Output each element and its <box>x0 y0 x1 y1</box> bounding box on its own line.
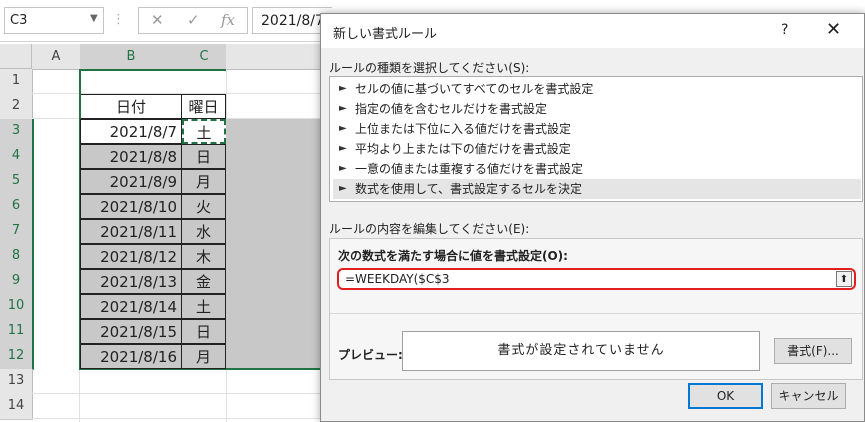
arrow-icon: ► <box>339 83 347 94</box>
arrow-icon: ► <box>339 143 347 154</box>
row-header-8[interactable]: 8 <box>0 244 34 270</box>
rule-type-item[interactable]: ► セルの値に基づいてすべてのセルを書式設定 <box>333 79 861 99</box>
weekday-cell-active[interactable]: 土 <box>182 119 226 144</box>
divider <box>330 313 862 314</box>
preview-box: 書式が設定されていません <box>402 331 760 371</box>
weekday-cell[interactable]: 日 <box>182 144 226 169</box>
condition-label: 次の数式を満たす場合に値を書式設定(O): <box>338 249 568 263</box>
rule-type-label: 平均より上または下の値だけを書式設定 <box>355 142 571 156</box>
cancel-icon[interactable]: ✕ <box>151 11 164 29</box>
rule-type-label: 一意の値または重複する値だけを書式設定 <box>355 162 584 176</box>
weekday-cell[interactable]: 土 <box>182 294 226 319</box>
cancel-button[interactable]: キャンセル <box>771 383 846 409</box>
rule-type-label: 数式を使用して、書式設定するセルを決定 <box>355 182 583 196</box>
arrow-icon: ► <box>339 103 347 114</box>
date-cell[interactable]: 2021/8/14 <box>80 294 182 319</box>
row-header-13[interactable]: 13 <box>0 369 33 395</box>
gridline <box>32 418 320 419</box>
rule-type-item-selected[interactable]: ► 数式を使用して、書式設定するセルを決定 <box>333 179 861 199</box>
row-header-12[interactable]: 12 <box>0 344 34 370</box>
format-button[interactable]: 書式(F)... <box>774 338 852 364</box>
rule-type-item[interactable]: ► 上位または下位に入る値だけを書式設定 <box>333 119 861 139</box>
rule-type-item[interactable]: ► 平均より上または下の値だけを書式設定 <box>333 139 861 159</box>
dialog-title: 新しい書式ルール <box>333 27 438 42</box>
enter-icon[interactable]: ✓ <box>187 11 200 29</box>
date-cell[interactable]: 2021/8/7 <box>80 119 182 144</box>
date-cell[interactable]: 2021/8/11 <box>80 219 182 244</box>
column-header-a[interactable]: A <box>32 44 81 70</box>
date-cell[interactable]: 2021/8/8 <box>80 144 182 169</box>
insert-function-icon[interactable]: fx <box>221 11 235 29</box>
name-box[interactable]: C3 <box>4 7 104 34</box>
rule-type-label: 指定の値を含むセルだけを書式設定 <box>355 102 548 116</box>
rule-type-label: セルの値に基づいてすべてのセルを書式設定 <box>355 82 594 96</box>
weekday-cell[interactable]: 月 <box>182 344 226 369</box>
column-header-d[interactable] <box>226 44 321 70</box>
weekday-cell[interactable]: 木 <box>182 244 226 269</box>
drag-handle-icon[interactable]: ⋮ <box>112 12 126 27</box>
new-format-rule-dialog: 新しい書式ルール ? ✕ ルールの種類を選択してください(S): ► セルの値に… <box>320 13 865 422</box>
weekday-cell[interactable]: 日 <box>182 319 226 344</box>
date-cell[interactable]: 2021/8/16 <box>80 344 182 369</box>
row-header-6[interactable]: 6 <box>0 194 34 220</box>
row-header-11[interactable]: 11 <box>0 319 34 345</box>
arrow-icon: ► <box>339 123 347 134</box>
rule-type-list[interactable]: ► セルの値に基づいてすべてのセルを書式設定 ► 指定の値を含むセルだけを書式設… <box>329 76 863 202</box>
date-cell[interactable]: 2021/8/12 <box>80 244 182 269</box>
preview-label: プレビュー: <box>338 348 403 362</box>
date-cell[interactable]: 2021/8/9 <box>80 169 182 194</box>
date-cell[interactable]: 2021/8/15 <box>80 319 182 344</box>
column-header-c[interactable]: C <box>182 44 227 71</box>
weekday-cell[interactable]: 火 <box>182 194 226 219</box>
weekday-cell[interactable]: 金 <box>182 269 226 294</box>
weekday-cell[interactable]: 水 <box>182 219 226 244</box>
condition-formula-input[interactable]: =WEEKDAY($C$3 ⬆ <box>337 268 856 290</box>
rule-type-label: ルールの種類を選択してください(S): <box>329 61 530 75</box>
select-all-corner[interactable] <box>0 44 32 69</box>
arrow-icon: ► <box>339 183 347 194</box>
edit-rule-label: ルールの内容を編集してください(E): <box>329 222 530 236</box>
gridline <box>32 393 320 394</box>
date-cell[interactable]: 2021/8/13 <box>80 269 182 294</box>
row-header-3[interactable]: 3 <box>0 119 34 145</box>
rule-type-label: 上位または下位に入る値だけを書式設定 <box>355 122 572 136</box>
column-header-b[interactable]: B <box>80 44 183 71</box>
row-header-14[interactable]: 14 <box>0 394 33 420</box>
dialog-title-bar[interactable]: 新しい書式ルール ? ✕ <box>321 14 864 48</box>
formula-buttons: ✕ ✓ fx <box>138 7 248 34</box>
row-header-4[interactable]: 4 <box>0 144 34 170</box>
rule-type-item[interactable]: ► 一意の値または重複する値だけを書式設定 <box>333 159 861 179</box>
collapse-dialog-icon[interactable]: ⬆ <box>836 271 852 287</box>
help-button[interactable]: ? <box>781 22 788 38</box>
date-cell[interactable]: 2021/8/10 <box>80 194 182 219</box>
chevron-down-icon[interactable]: ▼ <box>90 13 98 24</box>
weekday-cell[interactable]: 月 <box>182 169 226 194</box>
ok-button[interactable]: OK <box>688 383 763 409</box>
row-header-10[interactable]: 10 <box>0 294 34 320</box>
formula-text: =WEEKDAY($C$3 <box>345 272 450 286</box>
rule-type-item[interactable]: ► 指定の値を含むセルだけを書式設定 <box>333 99 861 119</box>
close-button[interactable]: ✕ <box>826 19 841 40</box>
row-header-2[interactable]: 2 <box>0 94 33 120</box>
arrow-icon: ► <box>339 163 347 174</box>
row-header-9[interactable]: 9 <box>0 269 34 295</box>
row-header-1[interactable]: 1 <box>0 69 33 95</box>
row-header-7[interactable]: 7 <box>0 219 34 245</box>
rule-edit-panel: 次の数式を満たす場合に値を書式設定(O): =WEEKDAY($C$3 ⬆ プレ… <box>329 238 863 380</box>
row-header-5[interactable]: 5 <box>0 169 34 195</box>
